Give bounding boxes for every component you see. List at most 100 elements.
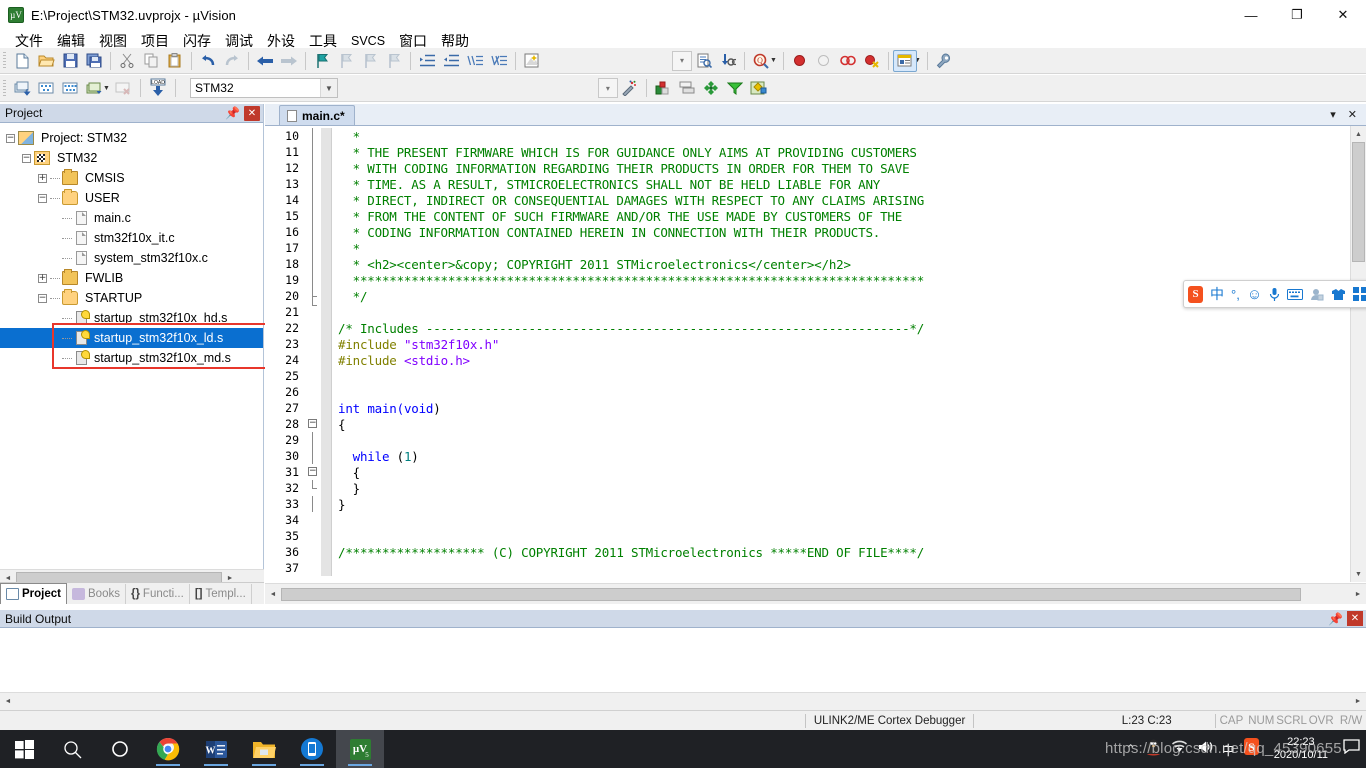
code-line[interactable]: 34 [265,512,1366,528]
editor-margin[interactable] [321,160,332,176]
editor-margin[interactable] [321,544,332,560]
tab-project[interactable]: Project [0,583,67,604]
tab-functions[interactable]: {} Functi... [126,584,190,604]
next-bookmark-button[interactable] [358,50,382,72]
editor-margin[interactable] [321,560,332,576]
fold-column[interactable] [305,176,321,192]
comment-button[interactable] [463,50,487,72]
editor-vscrollbar[interactable]: ▲ ▼ [1350,126,1366,582]
configuration-wizard-button[interactable] [520,50,544,72]
fold-column[interactable] [305,192,321,208]
disable-all-breakpoints-button[interactable] [836,50,860,72]
code-line[interactable]: 32 } [265,480,1366,496]
tree-node-project-root[interactable]: − Project: STM32 [0,128,263,148]
manage-multi-project-button[interactable] [675,77,699,99]
editor-margin[interactable] [321,272,332,288]
ime-voice-input-icon[interactable] [1269,287,1280,302]
editor-margin[interactable] [321,432,332,448]
prev-bookmark-button[interactable] [334,50,358,72]
fold-column[interactable] [305,224,321,240]
fold-column[interactable] [305,256,321,272]
translate-button[interactable] [10,77,34,99]
editor-margin[interactable] [321,176,332,192]
open-file-button[interactable] [34,50,58,72]
close-icon[interactable]: ✕ [244,105,260,121]
tab-books[interactable]: Books [67,584,126,604]
chrome-taskbar-button[interactable] [144,730,192,768]
minimize-button[interactable]: — [1228,0,1274,30]
scroll-left-arrow-icon[interactable]: ◄ [0,694,16,709]
task-view-button[interactable] [96,730,144,768]
fold-column[interactable] [305,240,321,256]
scroll-left-arrow-icon[interactable]: ◄ [265,586,281,602]
fold-column[interactable] [305,560,321,576]
code-line[interactable]: 17 * [265,240,1366,256]
fold-collapse-icon[interactable]: − [308,419,317,428]
download-button[interactable]: LOAD [145,77,171,99]
code-line[interactable]: 28− { [265,416,1366,432]
editor-margin[interactable] [321,256,332,272]
phone-link-taskbar-button[interactable] [288,730,336,768]
paste-button[interactable] [163,50,187,72]
ime-toolbox-icon[interactable] [1353,287,1366,301]
maximize-button[interactable]: ❐ [1274,0,1320,30]
notification-icon[interactable] [1343,739,1360,759]
fold-column[interactable] [305,528,321,544]
uncomment-button[interactable] [487,50,511,72]
editor-margin[interactable] [321,368,332,384]
fold-column[interactable] [305,304,321,320]
code-line[interactable]: 33} [265,496,1366,512]
close-icon[interactable]: ✕ [1347,611,1363,626]
code-line[interactable]: 11 * THE PRESENT FIRMWARE WHICH IS FOR G… [265,144,1366,160]
save-button[interactable] [58,50,82,72]
undo-button[interactable] [196,50,220,72]
tab-templates[interactable]: [] Templ... [190,584,252,604]
scroll-right-arrow-icon[interactable]: ► [1350,694,1366,709]
find-button[interactable]: Q [749,50,773,72]
code-line[interactable]: 18 * <h2><center>&copy; COPYRIGHT 2011 S… [265,256,1366,272]
code-line[interactable]: 37 [265,560,1366,576]
code-line[interactable]: 10 * [265,128,1366,144]
ime-emoji-icon[interactable]: ☺ [1247,286,1262,303]
find-in-files-button[interactable] [716,50,740,72]
browse-symbols-button[interactable] [692,50,716,72]
sogou-icon[interactable]: S [1188,285,1203,303]
fold-column[interactable] [305,496,321,512]
save-all-button[interactable] [82,50,106,72]
code-line[interactable]: 13 * TIME. AS A RESULT, STMICROELECTRONI… [265,176,1366,192]
editor-margin[interactable] [321,416,332,432]
manage-windows-button[interactable] [892,49,917,72]
code-line[interactable]: 35 [265,528,1366,544]
expander-icon[interactable]: − [38,293,47,303]
fold-column[interactable] [305,448,321,464]
chevron-down-icon[interactable]: ▼ [319,79,337,97]
fold-column[interactable]: − [305,464,321,480]
scroll-up-arrow-icon[interactable]: ▲ [1351,126,1366,142]
options-button[interactable] [932,50,956,72]
editor-margin[interactable] [321,144,332,160]
fold-column[interactable] [305,352,321,368]
target-options-dropdown[interactable]: ▾ [597,78,618,98]
code-line[interactable]: 22 /* Includes --------------------------… [265,320,1366,336]
tree-node-user[interactable]: − USER [0,188,263,208]
batch-build-button[interactable] [82,77,106,99]
fold-column[interactable] [305,432,321,448]
scroll-right-arrow-icon[interactable]: ► [1350,586,1366,602]
editor-margin[interactable] [321,528,332,544]
editor-margin[interactable] [321,496,332,512]
fold-column[interactable] [305,512,321,528]
fold-column[interactable] [305,336,321,352]
code-line[interactable]: 30 while (1) [265,448,1366,464]
tree-node-startup-ld[interactable]: startup_stm32f10x_ld.s [0,328,263,348]
build-button[interactable] [34,77,58,99]
ime-skin-icon[interactable] [1331,288,1346,301]
close-button[interactable]: ✕ [1320,0,1366,30]
ime-user-icon[interactable] [1310,288,1324,301]
pin-icon[interactable]: 📌 [1328,612,1347,626]
tree-node-startup-hd[interactable]: startup_stm32f10x_hd.s [0,308,263,328]
tree-node-startup-md[interactable]: startup_stm32f10x_md.s [0,348,263,368]
code-line[interactable]: 36 /******************* (C) COPYRIGHT 201… [265,544,1366,560]
scrollbar-thumb[interactable] [281,587,1301,601]
editor-margin[interactable] [321,224,332,240]
code-line[interactable]: 27 int main(void) [265,400,1366,416]
